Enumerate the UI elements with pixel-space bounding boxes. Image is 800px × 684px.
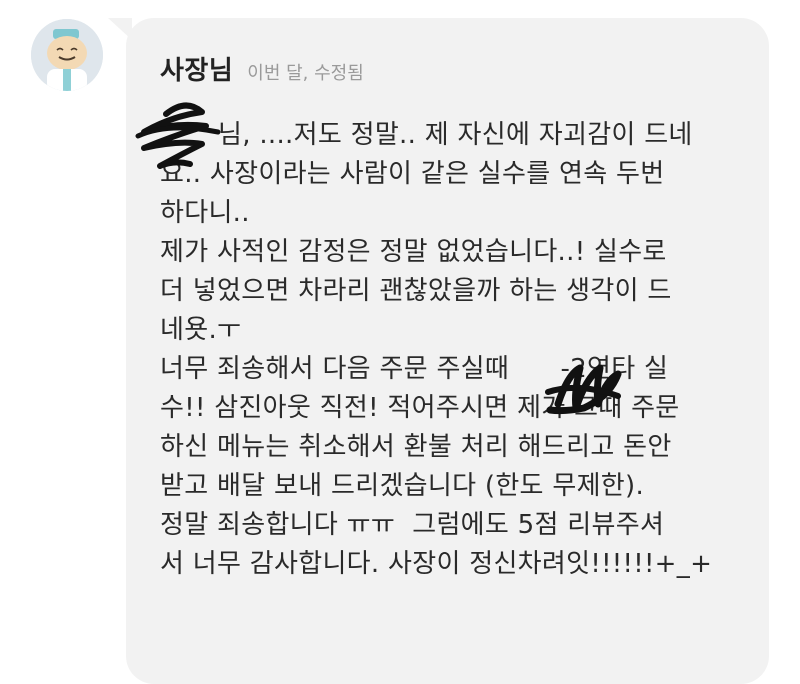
message-line: 수!! 삼진아웃 직전! 적어주시면 제가 그때 주문: [160, 393, 680, 423]
message-line: 하신 메뉴는 취소해서 환불 처리 해드리고 돈안: [160, 432, 672, 462]
avatar[interactable]: [31, 19, 103, 91]
message-line: 제가 사적인 감정은 정말 없었습니다..! 실수로: [160, 237, 667, 267]
message-line: 더 넣었으면 차라리 괜찮았을까 하는 생각이 드: [160, 276, 672, 306]
message-line: 님, ....저도 정말.. 제 자신에 자괴감이 드네: [218, 120, 693, 150]
message-text: 님, ....저도 정말.. 제 자신에 자괴감이 드네 요.. 사장이라는 사…: [160, 116, 760, 584]
sender-name[interactable]: 사장님: [160, 50, 233, 87]
message-line: 서 너무 감사합니다. 사장이 정신차려잇!!!!!!+_+: [160, 549, 713, 579]
message-meta: 이번 달, 수정됨: [247, 63, 364, 84]
message-line: 요.. 사장이라는 사람이 같은 실수를 연속 두번: [160, 159, 665, 189]
message-line: 정말 죄송합니다 ㅠㅠ 그럼에도 5점 리뷰주셔: [160, 510, 665, 540]
message-header: 사장님 이번 달, 수정됨: [160, 50, 364, 87]
message-line: 하다니..: [160, 198, 250, 228]
message-line: 너무 죄송해서 다음 주문 주실때 -2연타 실: [160, 354, 669, 384]
message-line: 받고 배달 보내 드리겠습니다 (한도 무제한).: [160, 471, 645, 501]
message-line: 네욧.ㅜ: [160, 315, 242, 345]
profile-character-icon: [31, 19, 103, 91]
